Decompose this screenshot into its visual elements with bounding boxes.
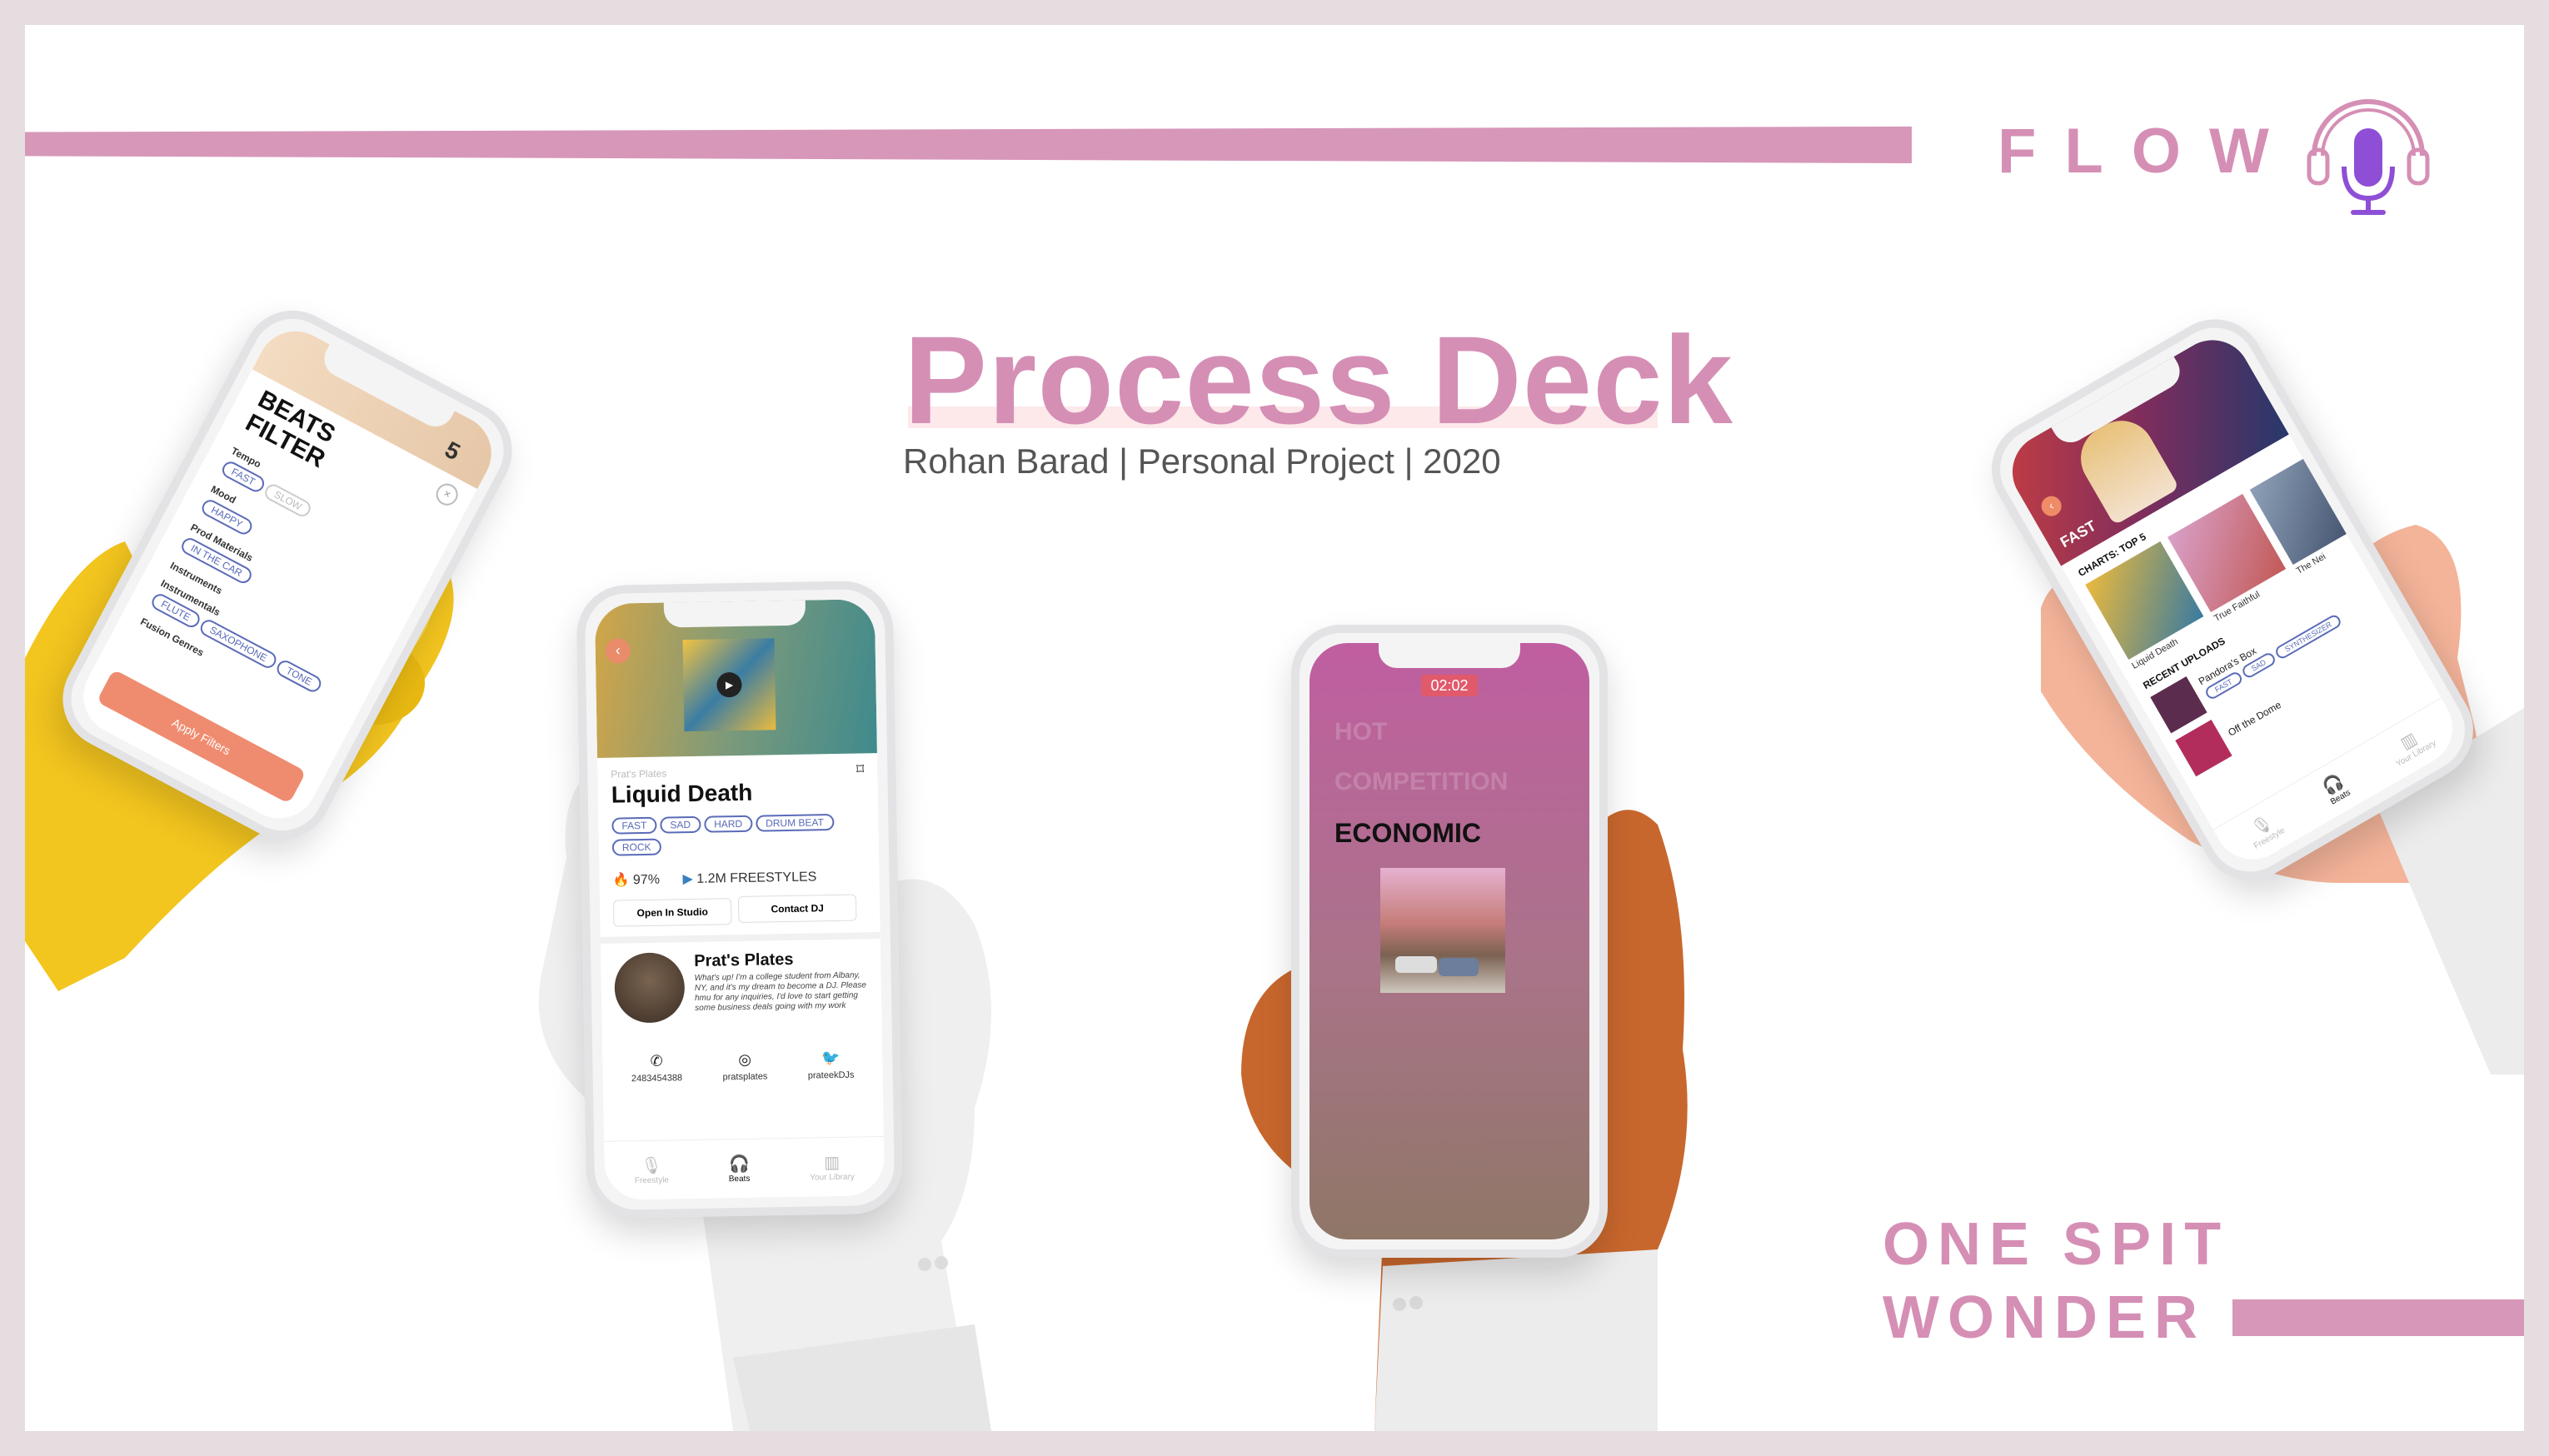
- contact-text: 2483454388: [631, 1073, 683, 1085]
- nav-label: Beats: [728, 1174, 751, 1184]
- genre-tag[interactable]: FAST: [611, 816, 657, 835]
- microphone-icon: 🎙: [641, 1156, 662, 1176]
- freestyles-count: 1.2M FREESTYLES: [696, 870, 817, 886]
- deck-title: Process Deck: [904, 310, 1734, 450]
- instagram-icon: ◎: [738, 1050, 752, 1069]
- play-icon[interactable]: ▶: [716, 671, 742, 698]
- contact-row: ✆ 2483454388 ◎ pratsplates 🐦 prateekDJs: [611, 1049, 875, 1085]
- video-icon: ▶: [682, 871, 694, 887]
- nav-item-freestyle[interactable]: 🎙 Freestyle: [2242, 808, 2287, 851]
- back-arrow-icon[interactable]: ‹: [605, 638, 631, 664]
- genre-tag[interactable]: SAD: [660, 815, 701, 834]
- phone-beat-detail: ‹ ▶ Prat's Plates ⌑ Liquid Death FAST SAD…: [576, 580, 904, 1219]
- bottom-nav: 🎙 Freestyle 🎧 Beats ▥ Your Library: [604, 1136, 885, 1200]
- mode-option-economic[interactable]: ECONOMIC: [1334, 818, 1481, 849]
- tagline-line-2: WONDER: [1883, 1284, 2206, 1351]
- deck-subtitle: Rohan Barad | Personal Project | 2020: [903, 441, 1501, 481]
- album-art: [1380, 868, 1505, 993]
- phone-icon: ✆: [650, 1052, 663, 1070]
- album-art: ▶: [682, 638, 776, 732]
- open-in-studio-button[interactable]: Open In Studio: [612, 898, 732, 927]
- contact-text: prateekDJs: [807, 1070, 855, 1081]
- contact-item[interactable]: ◎ pratsplates: [722, 1050, 768, 1083]
- mode-option-hot[interactable]: HOT: [1334, 718, 1387, 746]
- fire-stat: 🔥 97%: [612, 871, 660, 889]
- nav-label: Your Library: [810, 1172, 855, 1183]
- twitter-icon: 🐦: [821, 1049, 841, 1067]
- tagline-line-1: ONE SPIT: [1883, 1211, 2230, 1278]
- slide: FLOW Process Deck Rohan Barad | Personal…: [25, 25, 2524, 1431]
- genre-tag[interactable]: HARD: [703, 815, 753, 833]
- contact-text: pratsplates: [722, 1071, 768, 1083]
- nav-item-freestyle[interactable]: 🎙 Freestyle: [634, 1155, 669, 1186]
- top-accent-bar: [25, 126, 1912, 163]
- producer-small-label: Prat's Plates: [611, 767, 667, 780]
- freestyle-stat: ▶ 1.2M FREESTYLES: [682, 868, 816, 887]
- bookmark-icon[interactable]: ⌑: [856, 760, 865, 778]
- mode-option-competition[interactable]: COMPETITION: [1334, 768, 1508, 796]
- bottom-accent-bar: [2232, 1299, 2524, 1336]
- recent-title: Off the Dome: [2226, 699, 2283, 739]
- contact-item[interactable]: ✆ 2483454388: [631, 1052, 683, 1085]
- fire-icon: 🔥: [612, 873, 630, 888]
- nav-item-your-library[interactable]: ▥ Your Library: [810, 1152, 855, 1183]
- phone-timer: 02:02 HOT COMPETITION ECONOMIC: [1291, 625, 1608, 1258]
- profile-bio: What's up! I'm a college student from Al…: [694, 970, 867, 1013]
- contact-item[interactable]: 🐦 prateekDJs: [807, 1049, 855, 1081]
- close-icon[interactable]: ×: [432, 480, 462, 510]
- nav-item-beats[interactable]: 🎧 Beats: [2319, 770, 2352, 806]
- headphones-icon: 🎧: [728, 1154, 750, 1174]
- back-arrow-icon[interactable]: ‹: [2038, 492, 2066, 520]
- genre-tag[interactable]: DRUM BEAT: [755, 814, 835, 832]
- recent-info: Off the Dome: [2226, 699, 2283, 739]
- library-icon: ▥: [824, 1153, 841, 1173]
- microphone-headphones-logo-icon: [2307, 99, 2430, 215]
- brand-name: FLOW: [1998, 116, 2297, 187]
- filter-sections: Tempo FASTSLOW Mood HAPPY Prod Materials IN T…: [135, 445, 428, 735]
- nav-label: Freestyle: [634, 1175, 670, 1186]
- genre-tag[interactable]: ROCK: [611, 838, 661, 856]
- header-badge: 5: [441, 436, 465, 466]
- beat-tags: FAST SAD HARD DRUM BEAT ROCK: [611, 810, 862, 858]
- recent-cover: [2175, 719, 2232, 777]
- hero-label: FAST: [2057, 516, 2099, 551]
- track-title: Liquid Death: [611, 779, 753, 808]
- tagline: ONE SPIT WONDER: [1883, 1208, 2229, 1354]
- contact-dj-button[interactable]: Contact DJ: [737, 894, 857, 924]
- fire-stat-value: 97%: [632, 872, 661, 888]
- avatar: [614, 952, 686, 1024]
- recent-cover: [2150, 676, 2207, 734]
- profile-name: Prat's Plates: [694, 950, 794, 970]
- nav-item-beats[interactable]: 🎧 Beats: [728, 1154, 751, 1184]
- timer-readout: 02:02: [1421, 675, 1478, 696]
- nav-item-your-library[interactable]: ▥ Your Library: [2384, 721, 2438, 770]
